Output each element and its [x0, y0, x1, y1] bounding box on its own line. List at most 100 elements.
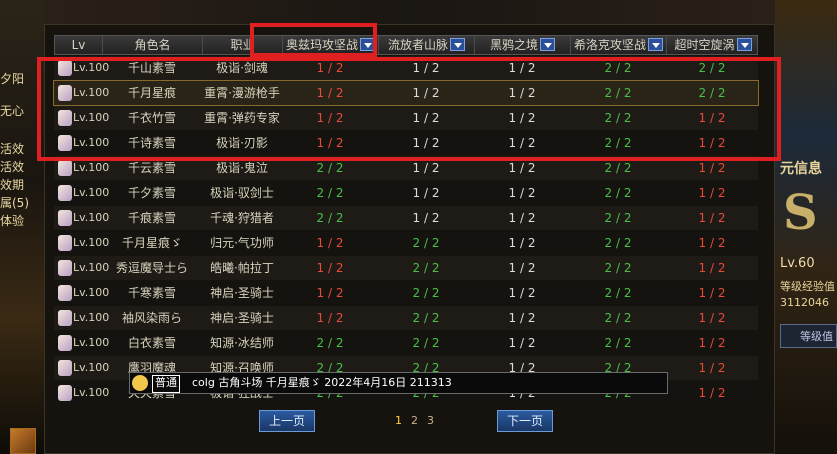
right-bg-button[interactable]: 等级值	[780, 324, 837, 348]
row-character-name: 千寒素雪	[127, 286, 176, 300]
row-character-name: 千夕素雪	[127, 186, 176, 200]
row-dungeon-count: 1 / 2	[698, 186, 726, 200]
header-siroco[interactable]: 希洛克攻坚战	[571, 36, 667, 54]
prev-page-button[interactable]: 上一页	[259, 410, 315, 432]
row-dungeon-count: 2 / 2	[412, 261, 440, 275]
header-ozma-label: 奥兹玛攻坚战	[285, 38, 358, 52]
table-row[interactable]: Lv.100 白衣素雪 知源·冰结师 2 / 22 / 21 / 22 / 21 / …	[54, 331, 758, 355]
header-siroco-label: 希洛克攻坚战	[573, 38, 646, 52]
skill-icon[interactable]	[10, 428, 36, 454]
tooltip-text: colg 古角斗场 千月星痕ゞ 2022年4月16日 211313	[192, 376, 452, 389]
row-dungeon-count: 1 / 2	[316, 61, 344, 75]
row-dungeon-count: 2 / 2	[604, 336, 632, 350]
dropdown-arrow-icon[interactable]	[648, 38, 663, 51]
table-row[interactable]: Lv.100 千山素雪 极诣·剑魂 1 / 21 / 21 / 22 / 22 / 2	[54, 56, 758, 80]
row-job: 极诣·剑魂	[216, 61, 268, 75]
row-character-name: 秀逗魔导士ら	[115, 261, 188, 275]
table-row[interactable]: Lv.100 千诗素雪 极诣·刃影 1 / 21 / 21 / 22 / 21 / 2	[54, 131, 758, 155]
row-dungeon-count: 1 / 2	[508, 136, 536, 150]
right-bg-title: 元信息	[780, 161, 822, 177]
row-dungeon-count: 2 / 2	[412, 311, 440, 325]
row-dungeon-count: 1 / 2	[698, 161, 726, 175]
table-row[interactable]: Lv.100 千月星痕ゞ 归元·气功师 1 / 22 / 21 / 22 / 21 /…	[54, 231, 758, 255]
row-dungeon-count: 2 / 2	[604, 136, 632, 150]
row-dungeon-count: 1 / 2	[412, 161, 440, 175]
row-dungeon-count: 2 / 2	[698, 61, 726, 75]
row-dungeon-count: 2 / 2	[604, 211, 632, 225]
row-dungeon-count: 1 / 2	[698, 361, 726, 375]
dropdown-arrow-icon[interactable]	[736, 38, 752, 51]
dropdown-arrow-icon[interactable]	[360, 38, 375, 51]
row-character-name: 千诗素雪	[127, 136, 176, 150]
character-avatar-icon	[58, 385, 72, 401]
header-job: 职业	[203, 36, 283, 54]
left-bg-text: 体验	[0, 214, 25, 228]
character-avatar-icon	[58, 310, 72, 326]
right-bg-exp-label: 等级经验值	[780, 280, 835, 293]
row-dungeon-count: 2 / 2	[604, 86, 632, 100]
row-dungeon-count: 2 / 2	[604, 236, 632, 250]
page-number-2[interactable]: 2	[411, 414, 418, 427]
row-dungeon-count: 1 / 2	[508, 311, 536, 325]
table-row[interactable]: Lv.100 千夕素雪 极诣·驭剑士 2 / 21 / 21 / 22 / 21 / …	[54, 181, 758, 205]
page-number-1[interactable]: 1	[395, 414, 402, 427]
row-dungeon-count: 1 / 2	[698, 336, 726, 350]
header-ozma[interactable]: 奥兹玛攻坚战	[283, 36, 379, 54]
table-row[interactable]: Lv.100 千月星痕 重霄·漫游枪手 1 / 21 / 21 / 22 / 22 /…	[53, 80, 759, 106]
row-dungeon-count: 1 / 2	[508, 86, 536, 100]
row-character-name: 千痕素雪	[127, 211, 176, 225]
row-job: 皓曦·帕拉丁	[210, 261, 274, 275]
row-job: 归元·气功师	[210, 236, 274, 250]
row-dungeon-count: 1 / 2	[412, 61, 440, 75]
row-dungeon-count: 1 / 2	[698, 211, 726, 225]
top-game-background	[44, 0, 775, 24]
character-avatar-icon	[58, 60, 72, 76]
dropdown-arrow-icon[interactable]	[540, 38, 555, 51]
row-dungeon-count: 1 / 2	[508, 111, 536, 125]
row-character-name: 袖风染雨ら	[121, 311, 182, 325]
header-crow[interactable]: 黑鸦之境	[475, 36, 571, 54]
row-dungeon-count: 1 / 2	[316, 261, 344, 275]
character-avatar-icon	[58, 235, 72, 251]
row-dungeon-count: 1 / 2	[698, 311, 726, 325]
table-row[interactable]: Lv.100 千云素雪 极诣·鬼泣 2 / 21 / 21 / 22 / 21 / 2	[54, 156, 758, 180]
row-dungeon-count: 1 / 2	[412, 111, 440, 125]
table-row[interactable]: Lv.100 秀逗魔导士ら 皓曦·帕拉丁 1 / 22 / 21 / 22 / 21 …	[54, 256, 758, 280]
row-dungeon-count: 2 / 2	[412, 286, 440, 300]
table-row[interactable]: Lv.100 千衣竹雪 重霄·弹药专家 1 / 21 / 21 / 22 / 21 /…	[54, 106, 758, 130]
character-avatar-icon	[58, 360, 72, 376]
table-row[interactable]: Lv.100 千痕素雪 千魂·狩猎者 2 / 21 / 21 / 22 / 21 / …	[54, 206, 758, 230]
left-bg-text: 活效	[0, 160, 25, 174]
row-character-name: 千衣竹雪	[127, 111, 176, 125]
row-dungeon-count: 1 / 2	[508, 286, 536, 300]
row-character-name: 千月星痕ゞ	[121, 236, 182, 250]
dropdown-arrow-icon[interactable]	[450, 38, 465, 51]
header-exile[interactable]: 流放者山脉	[379, 36, 475, 54]
left-bg-text: 夕阳	[0, 72, 25, 86]
row-job: 知源·冰结师	[210, 336, 274, 350]
row-dungeon-count: 1 / 2	[698, 136, 726, 150]
row-dungeon-count: 1 / 2	[508, 61, 536, 75]
table-row[interactable]: Lv.100 千寒素雪 神启·圣骑士 1 / 22 / 21 / 22 / 21 / …	[54, 281, 758, 305]
row-job: 极诣·鬼泣	[216, 161, 268, 175]
row-dungeon-count: 2 / 2	[604, 111, 632, 125]
row-dungeon-count: 2 / 2	[604, 61, 632, 75]
character-avatar-icon	[58, 185, 72, 201]
character-avatar-icon	[58, 85, 72, 101]
row-character-name: 千云素雪	[127, 161, 176, 175]
next-page-button[interactable]: 下一页	[497, 410, 553, 432]
table-row[interactable]: Lv.100 袖风染雨ら 神启·圣骑士 1 / 22 / 21 / 22 / 21 /…	[54, 306, 758, 330]
row-dungeon-count: 2 / 2	[604, 311, 632, 325]
page-number-3[interactable]: 3	[427, 414, 434, 427]
row-dungeon-count: 1 / 2	[508, 211, 536, 225]
row-dungeon-count: 2 / 2	[604, 186, 632, 200]
character-avatar-icon	[58, 285, 72, 301]
row-job: 千魂·狩猎者	[210, 211, 274, 225]
header-exile-label: 流放者山脉	[387, 38, 448, 52]
right-bg-big-letter: S	[783, 185, 818, 241]
row-character-name: 白衣素雪	[127, 336, 176, 350]
chat-tooltip: 普通 colg 古角斗场 千月星痕ゞ 2022年4月16日 211313	[129, 372, 668, 394]
right-bg-level: Lv.60	[780, 256, 815, 271]
header-vortex[interactable]: 超时空旋涡	[667, 36, 759, 54]
row-dungeon-count: 2 / 2	[316, 161, 344, 175]
